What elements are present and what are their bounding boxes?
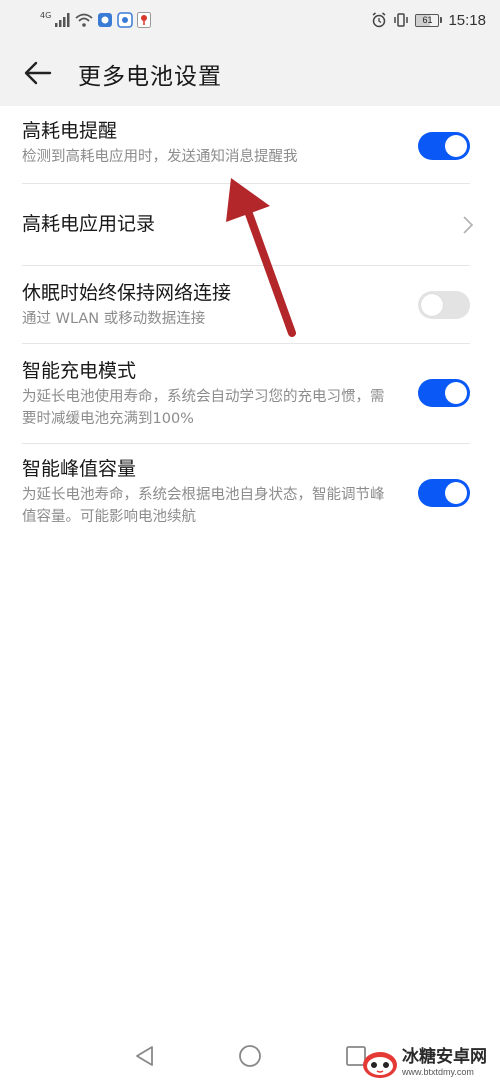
nav-home-button[interactable] [238, 1044, 262, 1068]
keep-network-toggle[interactable] [418, 291, 470, 319]
setting-high-drain-records[interactable]: 高耗电应用记录 [0, 184, 500, 266]
nav-back-button[interactable] [132, 1044, 156, 1068]
setting-subtitle: 为延长电池使用寿命，系统会自动学习您的充电习惯，需要时减缓电池充满到100% [22, 389, 385, 427]
setting-title: 智能峰值容量 [22, 458, 137, 480]
watermark-url: www.btxtdmy.com [402, 1067, 474, 1077]
setting-smart-charging-mode[interactable]: 智能充电模式 为延长电池使用寿命，系统会自动学习您的充电习惯，需要时减缓电池充满… [0, 344, 500, 444]
app-notification-icon [98, 13, 113, 27]
setting-title: 休眠时始终保持网络连接 [22, 282, 232, 304]
watermark-logo-icon [363, 1052, 397, 1078]
setting-subtitle: 检测到高耗电应用时，发送通知消息提醒我 [22, 149, 298, 165]
watermark: 冰糖安卓网 www.btxtdmy.com [362, 1042, 500, 1084]
status-bar: 4G 61 15:18 [0, 0, 500, 40]
vibrate-icon [394, 13, 409, 27]
wifi-icon [75, 13, 93, 27]
signal-icon [55, 13, 70, 27]
clock: 15:18 [448, 11, 486, 29]
setting-title: 智能充电模式 [22, 360, 137, 382]
setting-title: 高耗电提醒 [22, 120, 118, 142]
setting-title: 高耗电应用记录 [22, 213, 156, 235]
chevron-right-icon [460, 215, 476, 235]
settings-list: 高耗电提醒 检测到高耗电应用时，发送通知消息提醒我 高耗电应用记录 休眠时始终保… [0, 106, 500, 544]
high-drain-reminder-toggle[interactable] [418, 132, 470, 160]
app-notification-icon [117, 12, 134, 28]
status-bar-left: 4G [40, 10, 152, 30]
smart-peak-capacity-toggle[interactable] [418, 479, 470, 507]
back-button[interactable] [20, 56, 56, 90]
setting-subtitle: 通过 WLAN 或移动数据连接 [22, 311, 206, 327]
home-circle-icon [239, 1045, 261, 1067]
setting-high-drain-reminder[interactable]: 高耗电提醒 检测到高耗电应用时，发送通知消息提醒我 [0, 106, 500, 184]
battery-level: 61 [422, 14, 433, 25]
status-bar-right: 61 15:18 [371, 10, 486, 30]
setting-keep-network-during-sleep[interactable]: 休眠时始终保持网络连接 通过 WLAN 或移动数据连接 [0, 266, 500, 344]
battery-icon: 61 [415, 13, 443, 27]
arrow-left-icon [24, 61, 52, 85]
app-bar: 更多电池设置 [0, 40, 500, 106]
watermark-name: 冰糖安卓网 [402, 1047, 487, 1067]
location-pin-icon [137, 12, 152, 28]
alarm-icon [372, 12, 386, 28]
smart-charging-toggle[interactable] [418, 379, 470, 407]
network-type-label: 4G [40, 10, 52, 20]
setting-smart-peak-capacity[interactable]: 智能峰值容量 为延长电池寿命，系统会根据电池自身状态，智能调节峰值容量。可能影响… [0, 444, 500, 544]
setting-subtitle: 为延长电池寿命，系统会根据电池自身状态，智能调节峰值容量。可能影响电池续航 [22, 487, 385, 525]
back-triangle-icon [136, 1046, 153, 1066]
page-title: 更多电池设置 [78, 64, 222, 90]
